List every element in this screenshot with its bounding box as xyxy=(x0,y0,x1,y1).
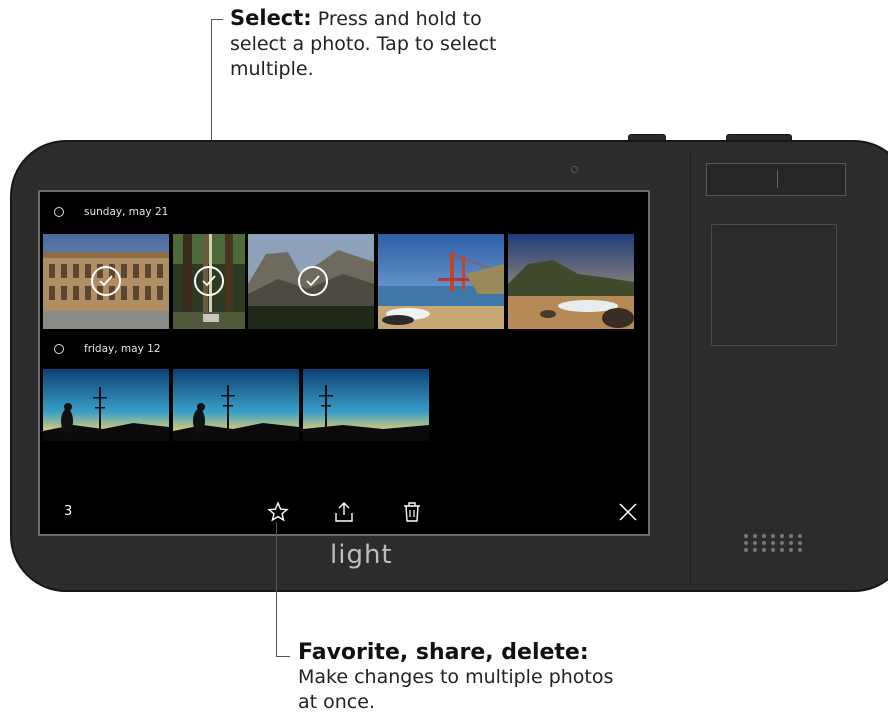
grip-top-control[interactable] xyxy=(706,163,846,196)
photo-thumbnail[interactable] xyxy=(173,369,299,441)
select-callout-line-horizontal xyxy=(211,19,223,20)
selected-check[interactable] xyxy=(298,266,328,296)
actions-callout-line-vertical xyxy=(276,522,277,656)
photo-thumbnail[interactable] xyxy=(378,234,504,329)
selected-count: 3 xyxy=(64,504,73,519)
bridge-photo xyxy=(378,234,504,329)
photo-thumbnail[interactable] xyxy=(43,369,169,441)
speaker-grille xyxy=(744,534,803,552)
sunset-photo xyxy=(43,369,169,441)
actions-callout-lead: Favorite, share, delete: xyxy=(298,640,589,665)
photo-thumbnail[interactable] xyxy=(173,234,245,329)
photo-thumbnail[interactable] xyxy=(248,234,374,329)
group-header-friday: friday, may 12 xyxy=(54,343,161,355)
close-icon[interactable] xyxy=(616,500,640,524)
body-divider xyxy=(690,150,691,584)
selected-check[interactable] xyxy=(91,266,121,296)
trash-icon[interactable] xyxy=(400,500,424,524)
group-date-label: friday, may 12 xyxy=(84,343,161,355)
star-icon[interactable] xyxy=(266,500,290,524)
select-callout: Select: Press and hold to select a photo… xyxy=(230,6,530,82)
grip-top-tick xyxy=(777,170,778,188)
photo-thumbnail[interactable] xyxy=(303,369,429,441)
group-date-label: sunday, may 21 xyxy=(84,206,169,218)
grip-pad xyxy=(711,224,837,346)
actions-callout: Favorite, share, delete: Make changes to… xyxy=(298,640,638,715)
group-header-sunday: sunday, may 21 xyxy=(54,206,168,218)
group-select-circle[interactable] xyxy=(54,344,64,354)
check-icon xyxy=(202,275,216,287)
front-camera-dot xyxy=(571,166,578,173)
actions-callout-line-horizontal xyxy=(276,656,290,657)
check-icon xyxy=(306,275,320,287)
check-icon xyxy=(99,275,113,287)
select-callout-lead: Select: xyxy=(230,6,312,30)
sunset-photo xyxy=(173,369,299,441)
share-icon[interactable] xyxy=(332,500,356,524)
photo-thumbnail[interactable] xyxy=(508,234,634,329)
photo-thumbnail[interactable] xyxy=(43,234,169,329)
beach-photo xyxy=(508,234,634,329)
camera-screen: sunday, may 21 friday, may 12 3 xyxy=(38,190,650,536)
group-select-circle[interactable] xyxy=(54,207,64,217)
actions-callout-text: Make changes to multiple photos at once. xyxy=(298,666,614,713)
selection-action-bar: 3 xyxy=(40,492,648,532)
sunset-photo xyxy=(303,369,429,441)
brand-logo: light xyxy=(330,540,393,570)
selected-check[interactable] xyxy=(194,266,224,296)
